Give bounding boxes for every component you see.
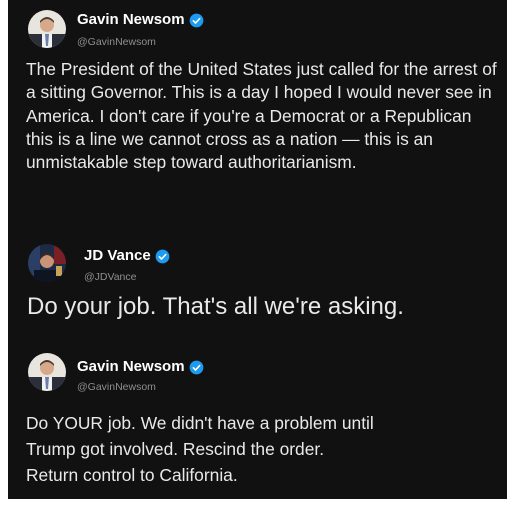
avatar-newsom-2[interactable]	[28, 353, 66, 391]
avatar-vance[interactable]	[28, 244, 66, 282]
verified-badge-icon	[155, 249, 170, 263]
author-name[interactable]: Gavin Newsom	[77, 358, 185, 376]
author-name[interactable]: Gavin Newsom	[77, 11, 185, 29]
author-handle[interactable]: @JDVance	[84, 271, 137, 283]
post-text: Do YOUR job. We didn't have a problem un…	[26, 410, 498, 488]
author-row: Gavin Newsom	[77, 358, 204, 376]
post-text: The President of the United States just …	[26, 59, 497, 173]
avatar-newsom-1[interactable]	[28, 10, 66, 48]
post-text: Do your job. That's all we're asking.	[27, 293, 404, 320]
verified-badge-icon	[189, 360, 203, 374]
post-text-line: Do YOUR job. We didn't have a problem un…	[26, 413, 374, 433]
author-handle[interactable]: @GavinNewsom	[77, 381, 156, 393]
screenshot-frame: Gavin Newsom @GavinNewsom The President …	[8, 0, 507, 499]
post-text-line: Return control to California.	[26, 465, 238, 485]
author-row: JD Vance	[84, 247, 170, 265]
post-text-line: Trump got involved. Rescind the order.	[26, 439, 325, 459]
verified-badge-icon	[189, 13, 203, 27]
author-row: Gavin Newsom	[77, 11, 204, 29]
author-name[interactable]: JD Vance	[84, 247, 151, 265]
author-handle[interactable]: @GavinNewsom	[77, 36, 156, 48]
